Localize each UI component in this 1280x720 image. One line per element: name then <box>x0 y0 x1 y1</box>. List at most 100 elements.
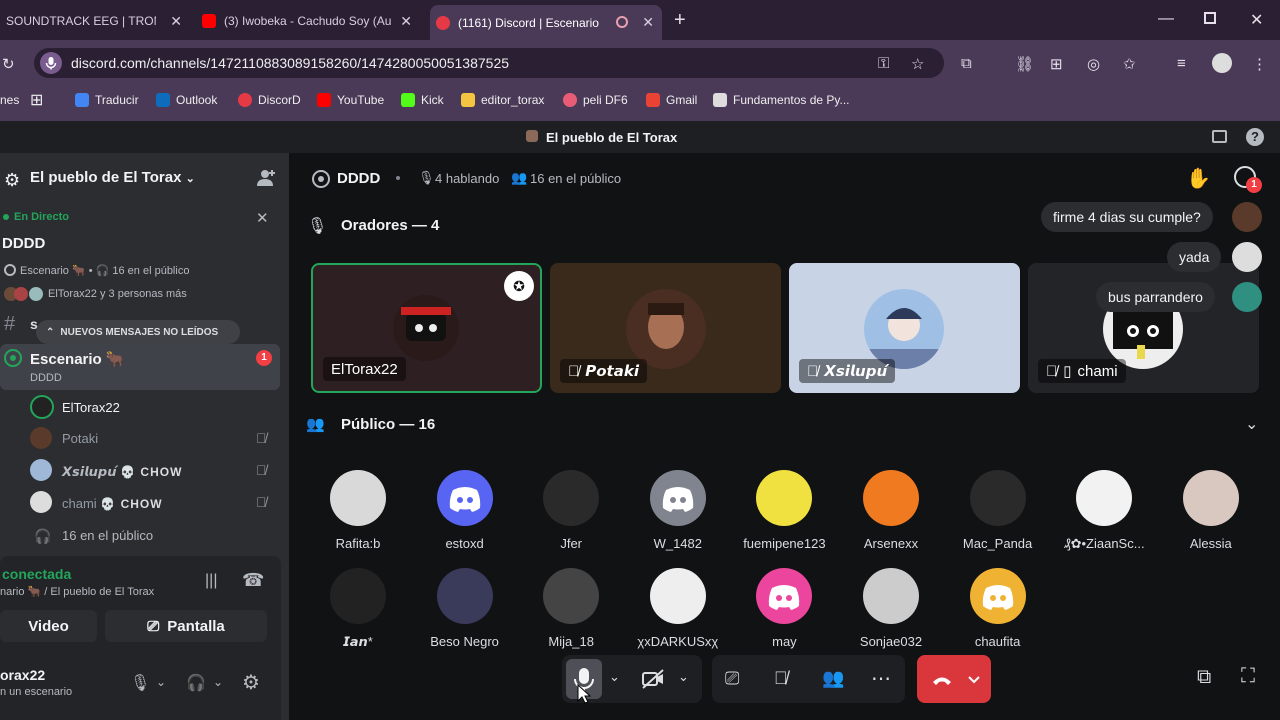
new-messages-pill[interactable]: ⌃ NUEVOS MENSAJES NO LEÍDOS <box>36 320 240 344</box>
bookmark-item[interactable]: Kick <box>401 93 444 107</box>
minimize-icon[interactable]: — <box>1158 10 1174 28</box>
bookmark-item[interactable]: Gmail <box>646 93 697 107</box>
leave-stage-button[interactable] <box>917 655 991 703</box>
audience-avatar[interactable] <box>756 470 813 526</box>
audience-name: Alessia <box>1189 536 1232 551</box>
chevron-down-icon[interactable]: ⌄ <box>609 669 620 685</box>
bookmark-item[interactable]: editor_torax <box>461 93 544 107</box>
server-name[interactable]: El pueblo de El Torax ⌄ <box>30 169 195 186</box>
audience-avatar[interactable] <box>649 470 706 526</box>
audience-name: estoxd <box>445 536 484 551</box>
chevron-down-icon[interactable]: ⌄ <box>156 675 166 689</box>
kick-icon <box>401 93 415 107</box>
close-tab-icon[interactable]: ✕ <box>642 14 654 31</box>
mic-icon[interactable]: 🎙 <box>130 673 150 693</box>
menu-icon[interactable]: ⋮ <box>1252 55 1267 73</box>
window-title: El pueblo de El Torax <box>546 130 678 145</box>
audience-avatar[interactable] <box>436 470 493 526</box>
member-tag: 💀 CHOW <box>120 465 183 479</box>
link-icon[interactable]: ⛓ <box>1015 55 1034 73</box>
invite-people-icon[interactable] <box>256 168 276 188</box>
audience-avatar[interactable] <box>969 568 1026 624</box>
apps-grid-icon[interactable]: ⊞ <box>30 90 43 110</box>
audience-avatar[interactable] <box>1076 470 1133 526</box>
bookmark-item[interactable]: Fundamentos de Py... <box>713 93 850 107</box>
new-tab-button[interactable]: + <box>674 9 686 32</box>
inbox-icon[interactable] <box>1212 130 1227 143</box>
bookmark-item[interactable]: Outlook <box>156 93 217 107</box>
speakers-header: Oradores — 4 <box>341 217 440 234</box>
member-name[interactable]: Potaki <box>62 431 98 446</box>
invite-speaker-icon[interactable]: 👥 <box>822 668 844 689</box>
extensions-icon[interactable]: ⧉ <box>961 55 972 72</box>
close-window-icon[interactable]: ✕ <box>1250 10 1263 30</box>
speaker-tile[interactable]: 🎙̸ 𝙓𝙨𝙞𝙡𝙪𝙥𝙪́ <box>789 263 1020 393</box>
audience-avatar[interactable] <box>330 568 386 624</box>
media-icon[interactable]: ≡ <box>1177 55 1186 72</box>
voice-location[interactable]: nario 🐂 / El pueblo de El Torax <box>0 585 154 598</box>
help-icon[interactable]: ? <box>1246 128 1264 146</box>
site-info-icon[interactable] <box>40 52 62 74</box>
mic-muted-icon[interactable]: 🎙̸ <box>774 668 788 689</box>
audience-avatar[interactable] <box>436 568 493 624</box>
popout-icon[interactable]: ⧉ <box>1197 666 1211 689</box>
doc-icon <box>713 93 727 107</box>
restore-icon[interactable] <box>1204 12 1216 24</box>
bookmark-item[interactable]: YouTube <box>317 93 384 107</box>
audience-avatar[interactable] <box>330 470 386 526</box>
reload-icon[interactable]: ↻ <box>2 55 15 73</box>
close-icon[interactable]: ✕ <box>256 209 269 227</box>
screenshot-icon[interactable]: ◎ <box>1087 55 1100 73</box>
browser-tab-active[interactable]: (1161) Discord | Escenario ✕ <box>430 5 662 40</box>
audience-avatar[interactable] <box>1182 470 1239 526</box>
chevron-down-icon[interactable]: ⌄ <box>1245 414 1258 434</box>
avatar <box>30 459 52 481</box>
browser-tab[interactable]: (3) Iwobeka - Cachudo Soy (Au ✕ <box>196 6 420 36</box>
mic-muted-icon: 🎙̸ <box>256 494 267 510</box>
audience-avatar[interactable] <box>543 568 600 624</box>
member-name[interactable]: ElTorax22 <box>62 400 120 415</box>
bookmark-label: Fundamentos de Py... <box>733 93 850 107</box>
speaker-tile[interactable]: ✪ ElTorax22 <box>311 263 542 393</box>
audience-avatar[interactable] <box>649 568 706 624</box>
more-options-icon[interactable]: ⋯ <box>871 666 891 691</box>
speaker-label: 🎙̸ ▯ chami <box>1038 359 1126 383</box>
star-icon[interactable]: ☆ <box>911 55 924 73</box>
close-tab-icon[interactable]: ✕ <box>170 13 182 30</box>
video-button[interactable]: Video <box>0 610 97 642</box>
headphones-icon[interactable]: 🎧 <box>186 673 206 693</box>
recording-icon <box>616 16 628 28</box>
bookmark-item[interactable]: DiscorD <box>238 93 301 107</box>
bookmark-item[interactable]: nes <box>0 93 19 107</box>
user-settings-icon[interactable]: ⚙ <box>242 670 260 695</box>
bookmarks-star-icon[interactable]: ✩ <box>1123 55 1136 73</box>
server-settings-icon[interactable]: ⚙ <box>4 170 20 191</box>
member-name[interactable]: chami 💀 CHOW <box>62 496 163 511</box>
speaker-tile[interactable]: 🎙̸ 𝙋𝙤𝙩𝙖𝙠𝙞 <box>550 263 781 393</box>
fullscreen-icon[interactable]: ⛶ <box>1241 665 1255 688</box>
speaker-label: ElTorax22 <box>323 357 406 381</box>
audience-avatar[interactable] <box>863 470 919 526</box>
audience-avatar[interactable] <box>756 568 813 624</box>
screen-share-button[interactable]: ⎚ Pantalla <box>105 610 267 642</box>
camera-off-icon[interactable] <box>641 668 665 690</box>
screen-share-icon[interactable]: ⎚ <box>725 668 739 689</box>
chevron-down-icon[interactable]: ⌄ <box>213 675 223 689</box>
member-name[interactable]: 𝙓𝙨𝙞𝙡𝙪𝙥𝙪́ 💀 CHOW <box>62 464 182 480</box>
audience-avatar[interactable] <box>863 568 919 624</box>
profile-avatar[interactable] <box>1212 53 1232 73</box>
disconnect-icon[interactable]: ☎ <box>242 570 264 591</box>
username[interactable]: orax22 <box>0 667 45 683</box>
audience-count[interactable]: 16 en el público <box>62 528 153 543</box>
raise-hand-icon[interactable]: ✋ <box>1186 166 1211 191</box>
browser-tab[interactable]: SOUNDTRACK EEG | TROMP ✕ <box>0 6 190 36</box>
close-tab-icon[interactable]: ✕ <box>400 13 412 30</box>
soundboard-icon[interactable]: ||| <box>205 572 217 590</box>
key-icon[interactable]: ⚿ <box>878 55 889 72</box>
translate-icon[interactable]: ⊞ <box>1050 55 1063 73</box>
audience-avatar[interactable] <box>543 470 600 526</box>
audience-avatar[interactable] <box>969 470 1026 526</box>
bookmark-item[interactable]: peli DF6 <box>563 93 628 107</box>
bookmark-item[interactable]: Traducir <box>75 93 139 107</box>
chevron-down-icon[interactable]: ⌄ <box>678 669 689 685</box>
